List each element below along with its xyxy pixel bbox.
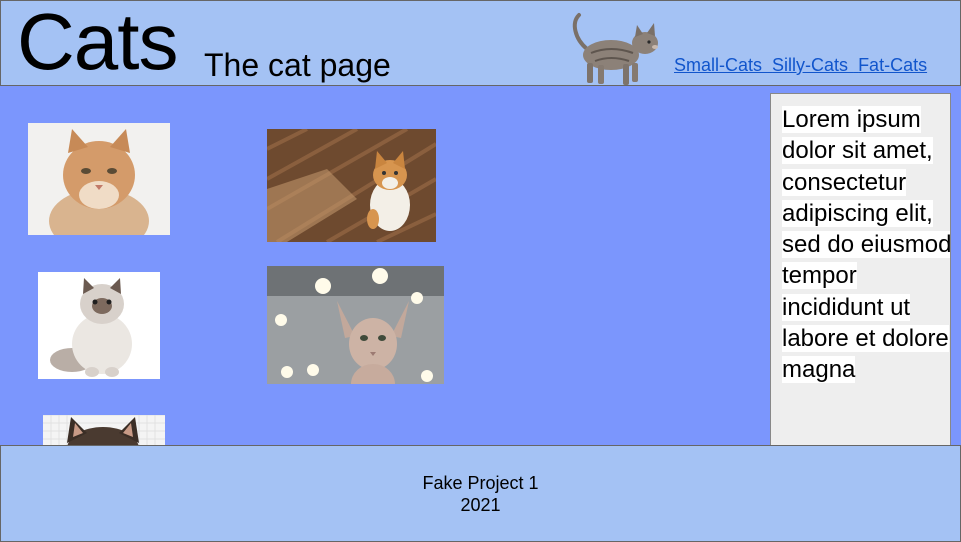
nav-links: Small-Cats Silly-Cats Fat-Cats <box>674 54 927 76</box>
site-title: Cats <box>17 0 178 86</box>
nav-link-small-cats[interactable]: Small-Cats <box>674 55 767 75</box>
page-header: Cats The cat page Small-Cats Silly-Cats … <box>0 0 961 86</box>
page-footer: Fake Project 1 2021 <box>0 445 961 542</box>
footer-project-name: Fake Project 1 <box>422 473 539 493</box>
fluffy-white-persian-cat-photo <box>38 272 160 379</box>
cropped-cat-photo <box>43 415 165 445</box>
walking-cat-image <box>572 13 658 85</box>
nav-link-silly-cats[interactable]: Silly-Cats <box>772 55 853 75</box>
sidebar-lorem-text: Lorem ipsum dolor sit amet, consectetur … <box>782 106 951 384</box>
sphynx-cat-photo <box>267 266 444 384</box>
long-haired-orange-cat-photo <box>28 123 170 235</box>
orange-white-cat-on-floor-photo <box>267 129 436 242</box>
nav-link-fat-cats[interactable]: Fat-Cats <box>858 55 927 75</box>
site-subtitle: The cat page <box>204 47 391 83</box>
sidebar: Lorem ipsum dolor sit amet, consectetur … <box>770 93 951 445</box>
footer-year: 2021 <box>460 495 501 515</box>
